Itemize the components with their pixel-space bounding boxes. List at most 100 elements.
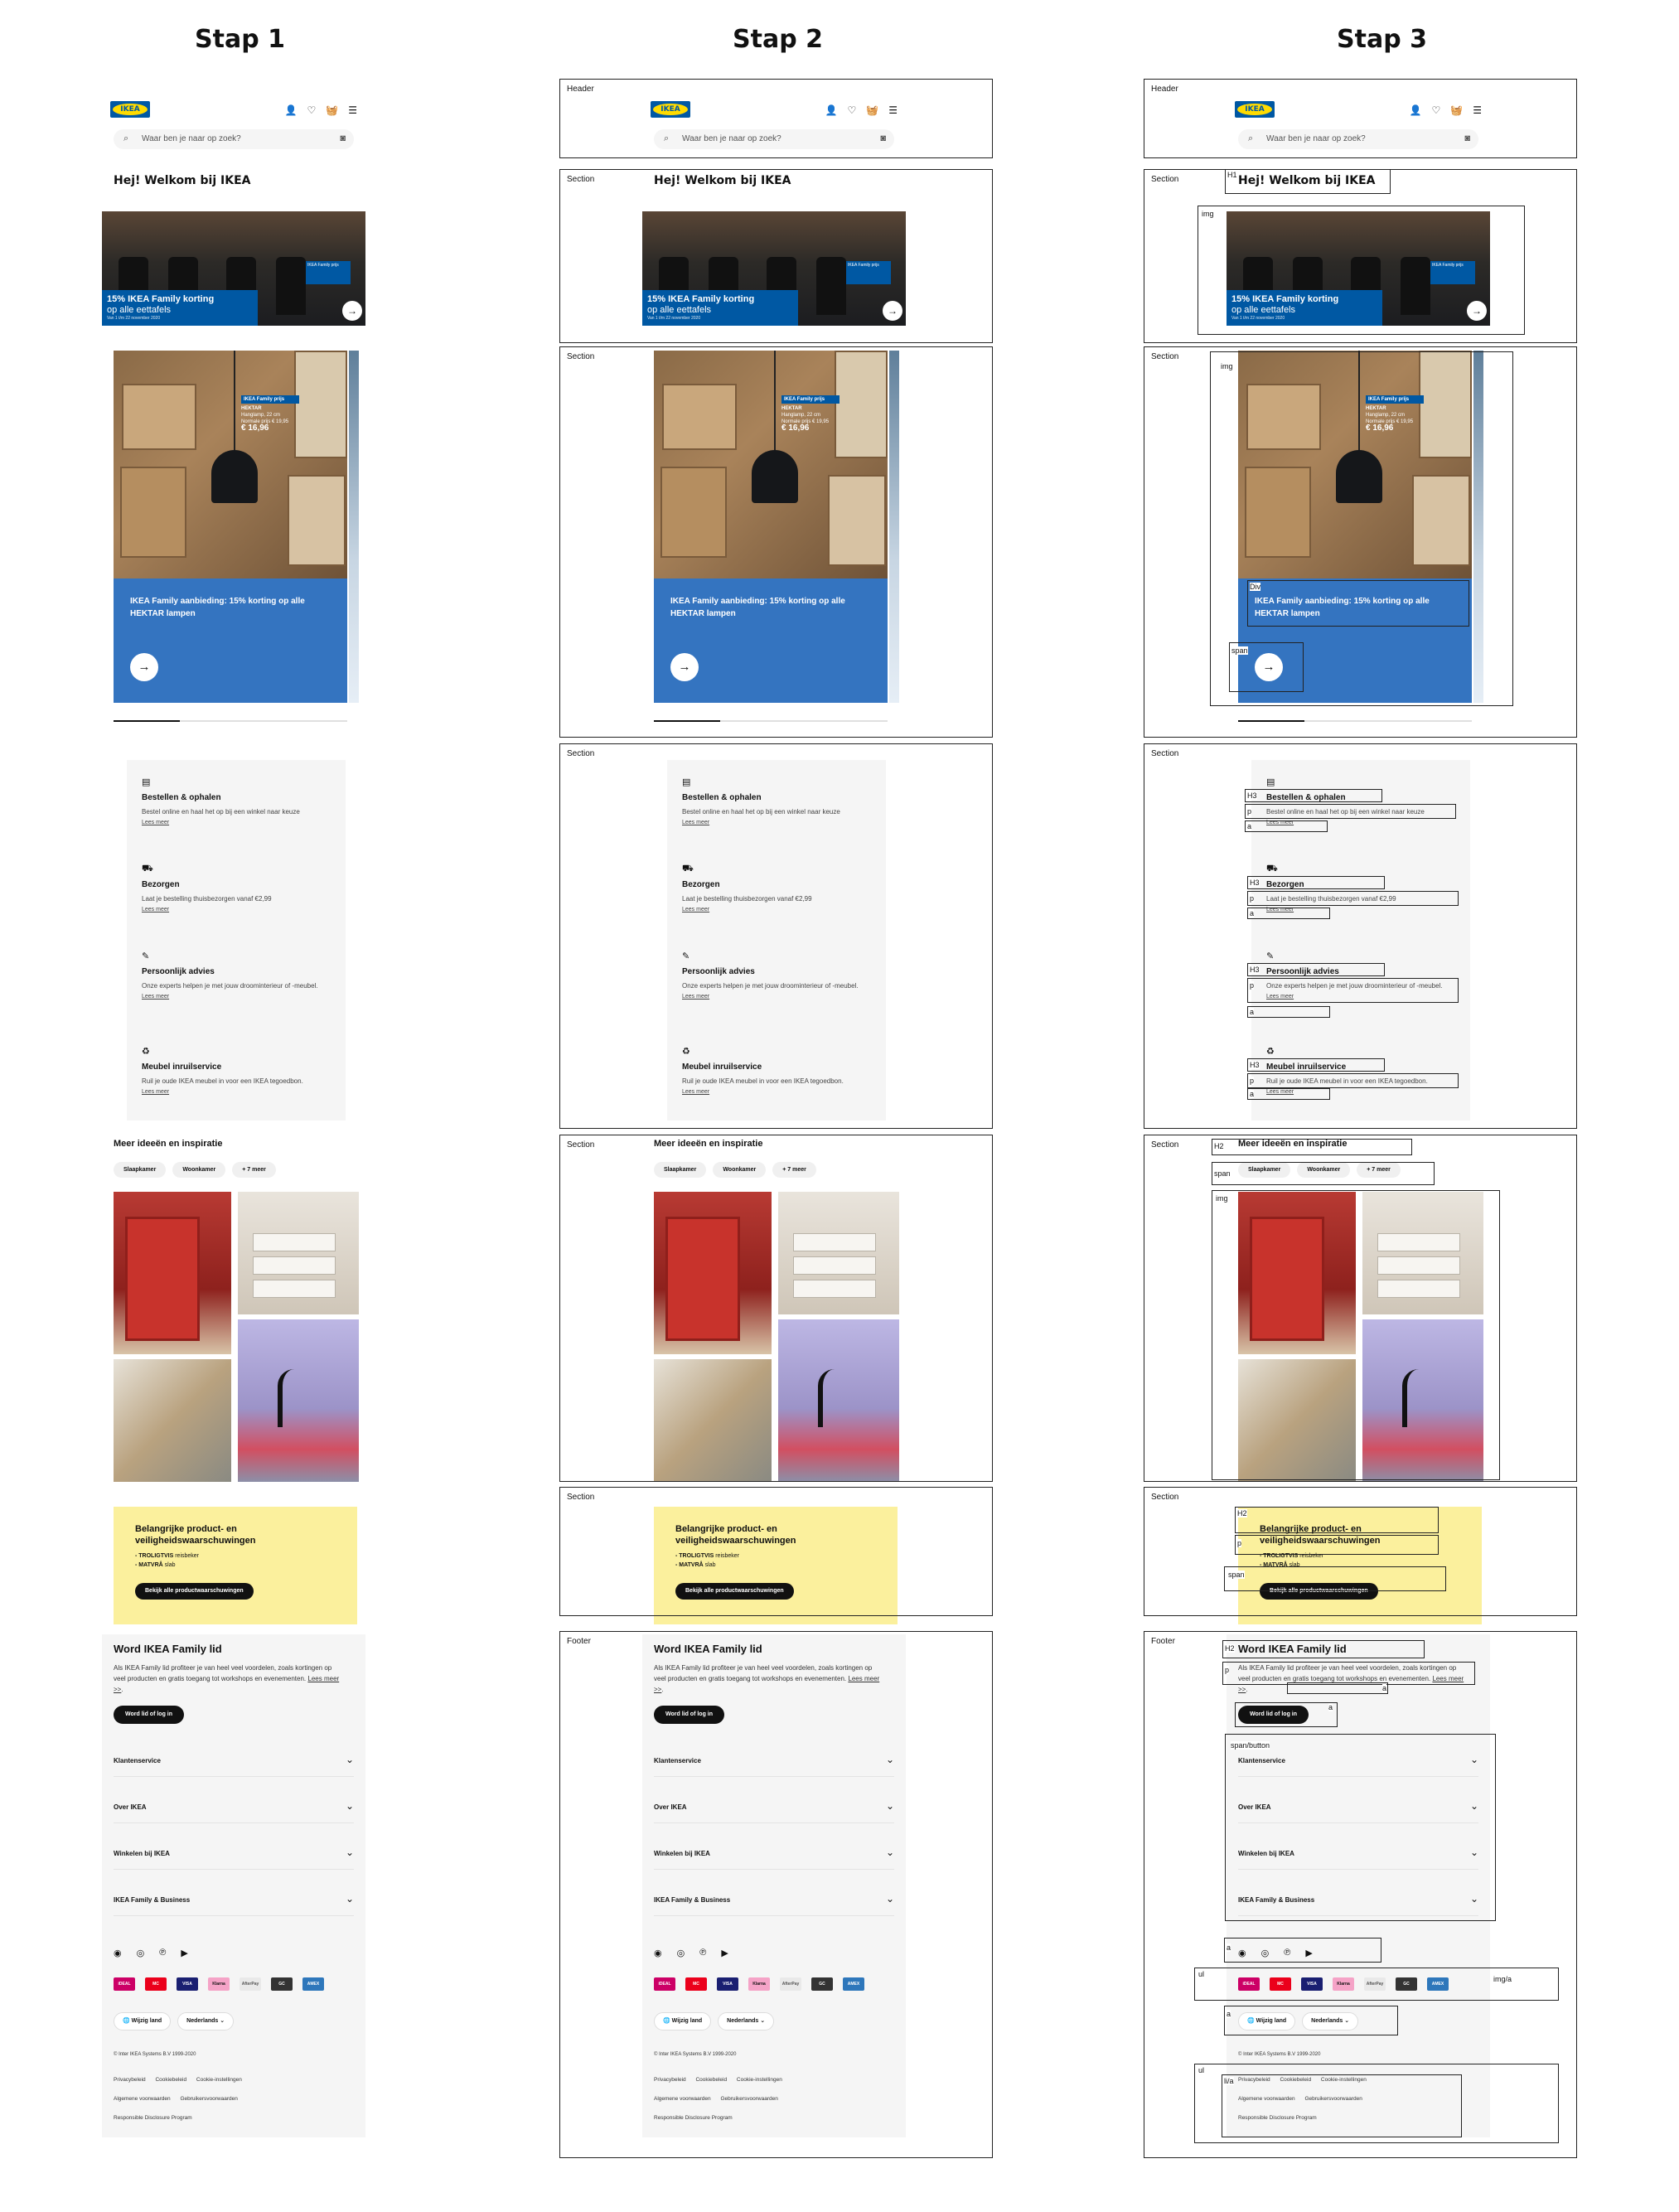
service-item: ▤ Bestellen & ophalen Bestel online en h… — [142, 777, 341, 825]
s3-p-box: p — [1245, 804, 1456, 819]
site-header: IKEA 👤 ♡ 🧺 ☰ ⌕ Waar ben je naar op zoek?… — [102, 93, 365, 157]
safety-button[interactable]: Bekijk alle productwaarschuwingen — [135, 1583, 254, 1600]
service-link[interactable]: Lees meer — [142, 1089, 341, 1095]
s3-a-box: a — [1247, 908, 1330, 919]
instagram-icon[interactable]: ◎ — [137, 1948, 145, 1958]
visa-logo: VISA — [177, 1977, 198, 1991]
search-input[interactable]: ⌕ Waar ben je naar op zoek? ◙ — [114, 129, 354, 149]
s2-header-box: Header — [559, 79, 993, 158]
facebook-icon[interactable]: ◉ — [114, 1948, 122, 1958]
change-country-button[interactable]: 🌐 Wijzig land — [114, 2012, 172, 2030]
s3-a-box: a — [1287, 1682, 1388, 1694]
s3-p-box: p — [1235, 1535, 1439, 1555]
column-title-3: Stap 3 — [1337, 25, 1427, 54]
hero-banner[interactable]: IKEA Family prijs 15% IKEA Family kortin… — [102, 211, 365, 326]
menu-icon[interactable]: ☰ — [348, 104, 357, 116]
s3-img-box: img — [1212, 1190, 1500, 1480]
language-select[interactable]: Nederlands ⌄ — [177, 2012, 235, 2030]
accordion-family-business[interactable]: IKEA Family & Business ⌄ — [114, 1883, 354, 1916]
inspiration-image[interactable] — [238, 1319, 359, 1482]
service-item: ♻ Meubel inruilservice Ruil je oude IKEA… — [142, 1046, 341, 1095]
s3-a-box: a — [1235, 1702, 1338, 1727]
s3-a-box: a — [1224, 1938, 1381, 1963]
chevron-down-icon: ⌄ — [345, 1847, 354, 1858]
carousel-progress[interactable] — [114, 720, 347, 722]
pinterest-icon[interactable]: ℗ — [159, 1948, 166, 1958]
service-link[interactable]: Lees meer — [142, 820, 341, 825]
footer-links: Privacybeleid Cookiebeleid Cookie-instel… — [114, 2070, 354, 2127]
footer-link[interactable]: Gebruikersvoorwaarden — [180, 2089, 237, 2108]
s3-a-box: a — [1224, 2006, 1398, 2035]
column-title-1: Stap 1 — [195, 25, 285, 54]
safety-heading: Belangrijke product- en veiligheidswaars… — [135, 1524, 256, 1546]
inspiration-image[interactable] — [238, 1192, 359, 1314]
basket-icon[interactable]: 🧺 — [326, 104, 338, 116]
youtube-icon[interactable]: ▶ — [181, 1948, 187, 1958]
product-card-arrow-button[interactable]: → — [130, 653, 158, 681]
column-title-2: Stap 2 — [733, 25, 823, 54]
amex-logo: AMEX — [302, 1977, 324, 1991]
cart-icon: ▤ — [142, 777, 151, 787]
hero-promo: 15% IKEA Family korting op alle eettafel… — [102, 290, 258, 326]
s3-a-box: a — [1247, 1006, 1330, 1018]
join-button[interactable]: Word lid of log in — [114, 1706, 185, 1724]
s3-h3-box: H3 — [1247, 1058, 1385, 1072]
s3-p-box: p — [1247, 1073, 1459, 1088]
s3-span-box: span — [1224, 1566, 1446, 1591]
user-icon[interactable]: 👤 — [285, 104, 298, 116]
family-heading: Word IKEA Family lid — [114, 1643, 222, 1655]
product-photo: IKEA Family prijs HEKTAR Hanglamp, 22 cm… — [114, 351, 347, 578]
services-panel: ▤ Bestellen & ophalen Bestel online en h… — [127, 760, 346, 1121]
ideal-logo: iDEAL — [114, 1977, 135, 1991]
footer-link[interactable]: Responsible Disclosure Program — [114, 2108, 192, 2127]
recycle-icon: ♻ — [142, 1047, 150, 1057]
heart-icon[interactable]: ♡ — [307, 104, 317, 116]
s3-div-box: Div — [1247, 580, 1469, 627]
footer-link[interactable]: Algemene voorwaarden — [114, 2089, 171, 2108]
carousel-next-card[interactable] — [349, 351, 359, 703]
s2-section-box: Section — [559, 169, 993, 343]
chevron-down-icon: ⌄ — [345, 1800, 354, 1812]
s3-p-box: p — [1222, 1662, 1475, 1685]
s2-section-box: Section — [559, 1135, 993, 1482]
accordion-over-ikea[interactable]: Over IKEA ⌄ — [114, 1790, 354, 1823]
s3-span-button-box: span/button — [1225, 1734, 1496, 1921]
product-card[interactable]: IKEA Family prijs HEKTAR Hanglamp, 22 cm… — [114, 351, 347, 703]
inspiration-image[interactable] — [114, 1359, 231, 1482]
s3-header-box: Header — [1144, 79, 1577, 158]
footer-link[interactable]: Cookie-instellingen — [196, 2070, 242, 2089]
hero-arrow-button[interactable]: → — [342, 301, 362, 321]
service-link[interactable]: Lees meer — [142, 907, 341, 912]
s3-h2-box: H2 — [1222, 1640, 1425, 1658]
safety-warnings: Belangrijke product- en veiligheidswaars… — [114, 1507, 357, 1624]
search-icon: ⌕ — [123, 133, 129, 143]
chevron-down-icon: ⌄ — [345, 1754, 354, 1765]
social-links: ◉ ◎ ℗ ▶ — [114, 1948, 188, 1958]
hero-price-tag: IKEA Family prijs — [306, 261, 351, 284]
payment-methods: iDEAL MC VISA Klarna AfterPay GC AMEX — [114, 1977, 324, 1991]
s3-span-box: span — [1229, 642, 1304, 692]
s2-section-box: Section — [559, 346, 993, 738]
footer-link[interactable]: Privacybeleid — [114, 2070, 146, 2089]
ikea-logo[interactable]: IKEA — [110, 101, 150, 118]
camera-icon[interactable]: ◙ — [340, 133, 346, 143]
chip-woonkamer[interactable]: Woonkamer — [172, 1162, 226, 1178]
accordion-winkelen[interactable]: Winkelen bij IKEA ⌄ — [114, 1837, 354, 1870]
chip-more[interactable]: + 7 meer — [232, 1162, 276, 1178]
header-icons: 👤 ♡ 🧺 ☰ — [285, 104, 357, 116]
s3-p-box: p — [1247, 891, 1459, 906]
service-link[interactable]: Lees meer — [142, 994, 341, 1000]
accordion-klantenservice[interactable]: Klantenservice ⌄ — [114, 1744, 354, 1777]
chip-slaapkamer[interactable]: Slaapkamer — [114, 1162, 167, 1178]
s3-h3-box: H3 — [1247, 963, 1385, 976]
s2-section-box: Section — [559, 1487, 993, 1616]
s2-section-box: Section — [559, 743, 993, 1129]
service-item: ⛟ Bezorgen Laat je bestelling thuisbezor… — [142, 864, 341, 912]
inspiration-chips: Slaapkamer Woonkamer + 7 meer — [114, 1162, 276, 1178]
footer-link[interactable]: Cookiebeleid — [155, 2070, 186, 2089]
inspiration-heading: Meer ideeën en inspiratie — [114, 1139, 223, 1149]
mockup-step-1: IKEA 👤 ♡ 🧺 ☰ ⌕ Waar ben je naar op zoek?… — [102, 93, 365, 2137]
truck-icon: ⛟ — [142, 864, 153, 874]
inspiration-image[interactable] — [114, 1192, 231, 1354]
search-placeholder: Waar ben je naar op zoek? — [142, 134, 241, 143]
